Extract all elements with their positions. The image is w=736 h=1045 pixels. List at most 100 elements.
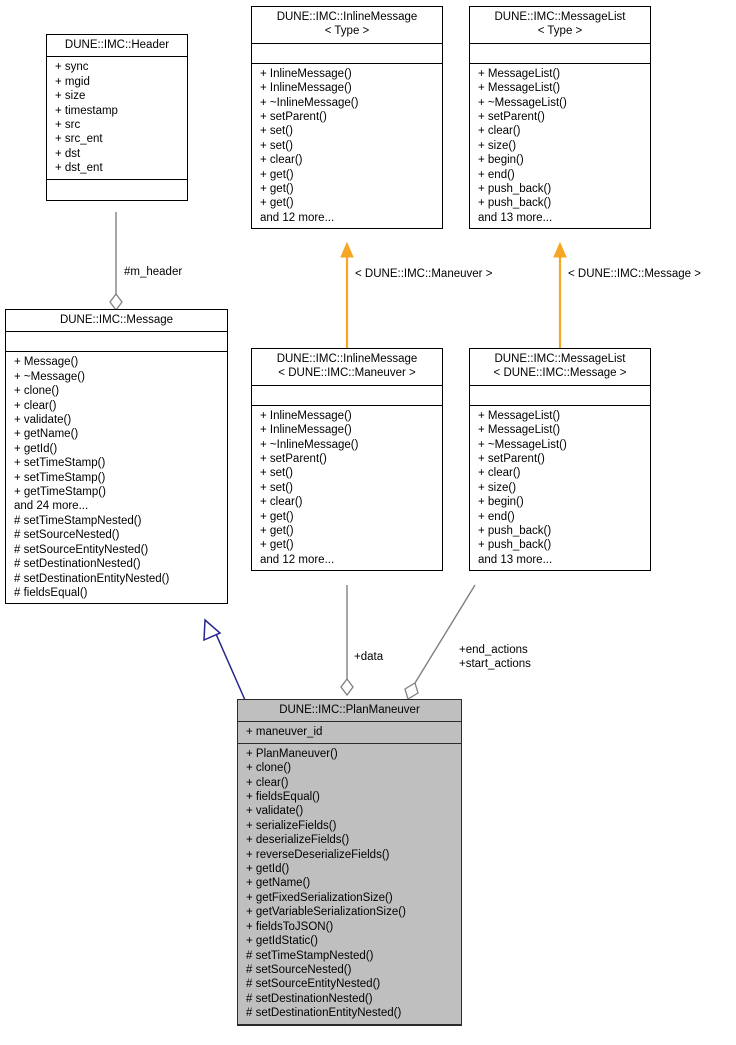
method-row: + PlanManeuver() [246, 747, 338, 760]
class-attributes [252, 44, 442, 64]
class-title: DUNE::IMC::InlineMessage < Type > [252, 7, 442, 44]
method-row: # setDestinationEntityNested() [246, 1007, 402, 1020]
method-row: + InlineMessage() [260, 82, 352, 95]
method-row: + clear() [260, 496, 303, 509]
edge-header-message [109, 212, 123, 312]
class-box-inlinemessage-maneuver[interactable]: DUNE::IMC::InlineMessage < DUNE::IMC::Ma… [251, 348, 443, 572]
method-row: + get() [260, 197, 294, 210]
method-row: # setDestinationNested() [246, 992, 373, 1005]
class-title: DUNE::IMC::InlineMessage < DUNE::IMC::Ma… [252, 349, 442, 386]
class-title: DUNE::IMC::MessageList < Type > [470, 7, 650, 44]
edge-actions [404, 584, 476, 700]
class-title: DUNE::IMC::Message [6, 310, 227, 333]
method-row: + deserializeFields() [246, 834, 350, 847]
method-row: + get() [260, 168, 294, 181]
method-row: + push_back() [478, 539, 552, 552]
edge-label-actions: +end_actions +start_actions [459, 644, 531, 671]
class-box-messagelist-message[interactable]: DUNE::IMC::MessageList < DUNE::IMC::Mess… [469, 348, 651, 572]
method-row: + validate() [14, 414, 72, 427]
method-row: + end() [478, 168, 515, 181]
method-row: + getId() [246, 863, 290, 876]
class-methods: + PlanManeuver() + clone() + clear() + f… [238, 744, 461, 1025]
method-row: + get() [260, 510, 294, 523]
method-row: + ~InlineMessage() [260, 438, 359, 451]
class-title: DUNE::IMC::MessageList < DUNE::IMC::Mess… [470, 349, 650, 386]
method-row-more: and 13 more... [478, 553, 553, 566]
method-row: + InlineMessage() [260, 67, 352, 80]
attribute-row: + src [55, 119, 81, 132]
method-row: + push_back() [478, 183, 552, 196]
method-row: + getFixedSerializationSize() [246, 891, 393, 904]
attribute-row: + src_ent [55, 133, 103, 146]
method-row: # setSourceEntityNested() [246, 978, 381, 991]
method-row: + getId() [14, 442, 58, 455]
method-row: + reverseDeserializeFields() [246, 848, 390, 861]
method-row: + get() [260, 539, 294, 552]
method-row-more: and 12 more... [260, 553, 335, 566]
method-row: # setDestinationEntityNested() [14, 572, 170, 585]
method-row: + get() [260, 525, 294, 538]
method-row: + clear() [260, 154, 303, 167]
class-methods: + MessageList() + MessageList() + ~Messa… [470, 64, 650, 228]
method-row: + push_back() [478, 197, 552, 210]
method-row: + end() [478, 510, 515, 523]
method-row: + clear() [14, 399, 57, 412]
class-attributes [470, 386, 650, 406]
method-row-more: and 12 more... [260, 211, 335, 224]
method-row: + serializeFields() [246, 819, 337, 832]
method-row: + clear() [478, 125, 521, 138]
class-methods: + Message() + ~Message() + clone() + cle… [6, 352, 227, 603]
class-attributes: + sync + mgid + size + timestamp + src +… [47, 57, 187, 180]
edge-data [340, 585, 354, 697]
attribute-row: + timestamp [55, 104, 118, 117]
method-row: + get() [260, 183, 294, 196]
method-row: + setTimeStamp() [14, 471, 106, 484]
method-row: + setParent() [478, 453, 545, 466]
attribute-row: + dst [55, 147, 81, 160]
method-row: + getIdStatic() [246, 935, 318, 948]
class-box-messagelist-type[interactable]: DUNE::IMC::MessageList < Type > + Messag… [469, 6, 651, 230]
edge-label-data: +data [354, 651, 384, 663]
method-row: + getTimeStamp() [14, 486, 106, 499]
class-methods: + MessageList() + MessageList() + ~Messa… [470, 406, 650, 570]
method-row: + fieldsToJSON() [246, 920, 334, 933]
class-box-header[interactable]: DUNE::IMC::Header + sync + mgid + size +… [46, 34, 188, 201]
class-box-message[interactable]: DUNE::IMC::Message + Message() + ~Messag… [5, 309, 228, 605]
method-row: + setParent() [260, 111, 327, 124]
method-row: + MessageList() [478, 82, 561, 95]
class-methods: + InlineMessage() + InlineMessage() + ~I… [252, 406, 442, 570]
class-box-inlinemessage-type[interactable]: DUNE::IMC::InlineMessage < Type > + Inli… [251, 6, 443, 230]
method-row: + begin() [478, 154, 524, 167]
method-row: + InlineMessage() [260, 409, 352, 422]
method-row: + size() [478, 481, 517, 494]
method-row: # setSourceNested() [246, 963, 352, 976]
method-row: + clear() [246, 776, 289, 789]
method-row: + begin() [478, 496, 524, 509]
method-row: # fieldsEqual() [14, 586, 88, 599]
method-row-more: and 13 more... [478, 211, 553, 224]
edge-label-messagelist-binding: < DUNE::IMC::Message > [568, 268, 701, 280]
class-attributes [252, 386, 442, 406]
edge-label-m-header: #m_header [124, 266, 183, 278]
attribute-row: + size [55, 90, 86, 103]
attribute-row: + dst_ent [55, 162, 103, 175]
attribute-row: + sync [55, 61, 89, 74]
class-title: DUNE::IMC::PlanManeuver [238, 700, 461, 723]
class-attributes [6, 332, 227, 353]
method-row: + set() [260, 125, 293, 138]
edge-messagelist-binding [553, 241, 567, 348]
method-row: + set() [260, 139, 293, 152]
method-row: + getVariableSerializationSize() [246, 906, 406, 919]
method-row: + clear() [478, 467, 521, 480]
uml-class-diagram: DUNE::IMC::Header + sync + mgid + size +… [0, 0, 736, 1045]
method-row: + ~MessageList() [478, 438, 567, 451]
method-row: + ~Message() [14, 370, 85, 383]
method-row: + MessageList() [478, 424, 561, 437]
class-attributes: + maneuver_id [238, 722, 461, 744]
method-row: + Message() [14, 356, 79, 369]
method-row-more: and 24 more... [14, 500, 89, 513]
edge-label-inlinemessage-binding: < DUNE::IMC::Maneuver > [355, 268, 493, 280]
class-box-planmaneuver[interactable]: DUNE::IMC::PlanManeuver + maneuver_id + … [237, 699, 462, 1026]
method-row: + setParent() [260, 453, 327, 466]
attribute-row: + maneuver_id [246, 726, 323, 739]
